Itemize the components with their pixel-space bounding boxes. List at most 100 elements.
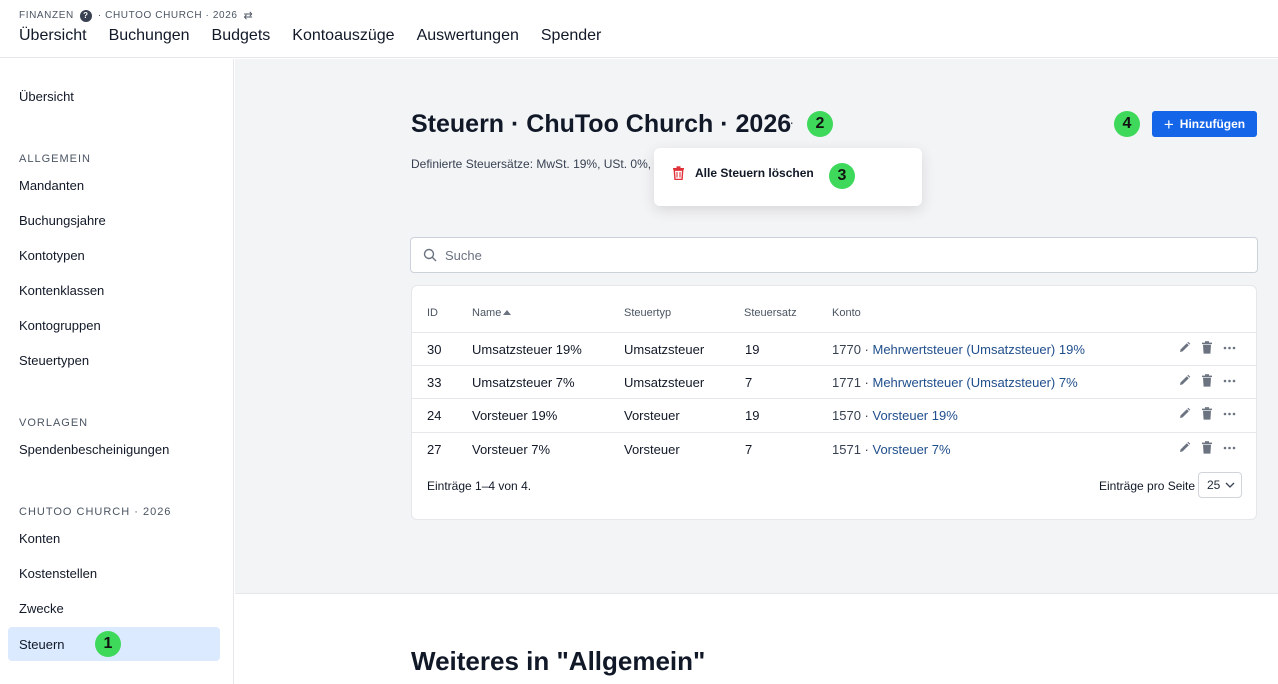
nav-uebersicht[interactable]: Übersicht [19, 27, 87, 45]
table-row[interactable]: 33 Umsatzsteuer 7% Umsatzsteuer 7 1771 · Meh… [412, 365, 1256, 398]
plus-icon: + [1163, 114, 1174, 134]
sidebar-section-vorlagen: VORLAGEN [19, 417, 89, 429]
delete-icon[interactable] [1201, 441, 1213, 454]
konto-name-link[interactable]: Vorsteuer 19% [872, 408, 957, 423]
cell-steuertyp: Vorsteuer [624, 408, 680, 423]
breadcrumb: FINANZEN ? · CHUTOO CHURCH · 2026 ⇄ [19, 9, 253, 22]
options-dropdown: Alle Steuern löschen 3 [654, 148, 922, 206]
sidebar-item-spendenbescheinigungen[interactable]: Spendenbescheinigungen [8, 432, 220, 466]
column-header-konto[interactable]: Konto [832, 307, 861, 319]
delete-icon[interactable] [1201, 374, 1213, 387]
per-page-value: 25 [1207, 478, 1221, 492]
edit-icon[interactable] [1178, 374, 1191, 387]
step-badge-1: 1 [95, 631, 121, 657]
edit-icon[interactable] [1178, 341, 1191, 354]
more-section: Weiteres in "Allgemein" [235, 593, 1278, 684]
top-bar: FINANZEN ? · CHUTOO CHURCH · 2026 ⇄ Über… [0, 0, 1278, 58]
sidebar-section-allgemein: ALLGEMEIN [19, 153, 91, 165]
column-header-name-label: Name [472, 307, 502, 319]
cell-id: 27 [427, 442, 442, 457]
cell-steuertyp: Umsatzsteuer [624, 342, 705, 357]
konto-separator: · [860, 342, 873, 357]
nav-kontoauszuege[interactable]: Kontoauszüge [292, 27, 394, 45]
breadcrumb-app[interactable]: FINANZEN [19, 10, 74, 21]
column-header-name[interactable]: Name [472, 307, 512, 319]
sidebar-item-steuertypen[interactable]: Steuertypen [8, 343, 220, 377]
cell-konto[interactable]: 1770 · Mehrwertsteuer (Umsatzsteuer) 19% [832, 342, 1085, 357]
konto-name-link[interactable]: Vorsteuer 7% [872, 442, 950, 457]
sidebar-item-kontotypen[interactable]: Kontotypen [8, 238, 220, 272]
main-nav: Übersicht Buchungen Budgets Kontoauszüge… [19, 27, 601, 45]
step-badge-3: 3 [829, 163, 855, 189]
page-title: Steuern · ChuToo Church · 2026 [411, 110, 792, 138]
per-page-label: Einträge pro Seite [1099, 479, 1196, 493]
delete-icon[interactable] [1201, 407, 1213, 420]
add-button-label: Hinzufügen [1179, 117, 1246, 131]
nav-auswertungen[interactable]: Auswertungen [417, 27, 519, 45]
row-actions [1178, 441, 1236, 454]
per-page-select[interactable]: 25 [1198, 472, 1242, 498]
table-row[interactable]: 24 Vorsteuer 19% Vorsteuer 19 1570 · Vorsteu… [412, 398, 1256, 431]
delete-all-taxes-item[interactable]: Alle Steuern löschen [672, 166, 814, 180]
cell-name: Vorsteuer 19% [472, 408, 558, 423]
edit-icon[interactable] [1178, 441, 1191, 454]
add-button[interactable]: + Hinzufügen [1152, 111, 1257, 137]
sidebar-item-kontenklassen[interactable]: Kontenklassen [8, 273, 220, 307]
delete-icon[interactable] [1201, 341, 1213, 354]
cell-steuersatz: 19 [745, 408, 760, 423]
nav-budgets[interactable]: Budgets [212, 27, 271, 45]
column-header-steuertyp[interactable]: Steuertyp [624, 307, 671, 319]
sidebar-item-kontogruppen[interactable]: Kontogruppen [8, 308, 220, 342]
help-icon[interactable]: ? [79, 9, 92, 22]
sidebar-item-mandanten[interactable]: Mandanten [8, 168, 220, 202]
edit-icon[interactable] [1178, 407, 1191, 420]
row-actions [1178, 341, 1236, 354]
sort-asc-icon [503, 310, 512, 315]
row-actions [1178, 374, 1236, 387]
more-horizontal-icon[interactable] [1223, 412, 1236, 416]
konto-name-link[interactable]: Mehrwertsteuer (Umsatzsteuer) 19% [872, 342, 1084, 357]
search-input[interactable] [445, 247, 1225, 263]
more-horizontal-icon[interactable] [1223, 446, 1236, 450]
cell-id: 30 [427, 342, 442, 357]
konto-separator: · [860, 442, 873, 457]
konto-number: 1570 [832, 408, 861, 423]
table-row[interactable]: 27 Vorsteuer 7% Vorsteuer 7 1571 · Vorsteuer… [412, 432, 1256, 465]
nav-buchungen[interactable]: Buchungen [109, 27, 190, 45]
sidebar-section-org: CHUTOO CHURCH · 2026 [19, 506, 172, 518]
sidebar-item-konten[interactable]: Konten [8, 521, 220, 555]
step-badge-4: 4 [1114, 111, 1140, 137]
cell-konto[interactable]: 1570 · Vorsteuer 19% [832, 408, 958, 423]
sidebar-item-kostenstellen[interactable]: Kostenstellen [8, 556, 220, 590]
taxes-table: ID Name Steuertyp Steuersatz Konto 30 Ums… [411, 285, 1257, 520]
more-section-heading: Weiteres in "Allgemein" [411, 646, 706, 676]
konto-separator: · [860, 408, 873, 423]
sidebar: Übersicht ALLGEMEIN Mandanten Buchungsja… [0, 59, 234, 684]
cell-name: Umsatzsteuer 19% [472, 342, 582, 357]
sidebar-item-buchungsjahre[interactable]: Buchungsjahre [8, 203, 220, 237]
more-horizontal-icon[interactable] [1223, 379, 1236, 383]
table-row[interactable]: 30 Umsatzsteuer 19% Umsatzsteuer 19 1770 · M… [412, 332, 1256, 365]
step-badge-2: 2 [807, 111, 833, 137]
cell-konto[interactable]: 1771 · Mehrwertsteuer (Umsatzsteuer) 7% [832, 375, 1078, 390]
row-actions [1178, 407, 1236, 420]
swap-icon[interactable]: ⇄ [244, 9, 254, 22]
cell-steuersatz: 7 [745, 375, 753, 390]
pagination-summary: Einträge 1–4 von 4. [427, 479, 532, 493]
cell-konto[interactable]: 1571 · Vorsteuer 7% [832, 442, 951, 457]
cell-steuertyp: Vorsteuer [624, 442, 680, 457]
search-field [410, 237, 1258, 273]
more-horizontal-icon[interactable] [1223, 346, 1236, 350]
breadcrumb-context[interactable]: · CHUTOO CHURCH · 2026 [98, 10, 238, 21]
column-header-steuersatz[interactable]: Steuersatz [744, 307, 797, 319]
more-options-button[interactable]: ··· [780, 114, 794, 130]
trash-icon [673, 166, 684, 180]
sidebar-item-zwecke[interactable]: Zwecke [8, 591, 220, 625]
column-header-id[interactable]: ID [427, 307, 438, 319]
konto-separator: · [860, 375, 873, 390]
cell-name: Vorsteuer 7% [472, 442, 551, 457]
sidebar-item-uebersicht[interactable]: Übersicht [8, 79, 220, 113]
konto-number: 1571 [832, 442, 861, 457]
konto-name-link[interactable]: Mehrwertsteuer (Umsatzsteuer) 7% [872, 375, 1077, 390]
nav-spender[interactable]: Spender [541, 27, 602, 45]
